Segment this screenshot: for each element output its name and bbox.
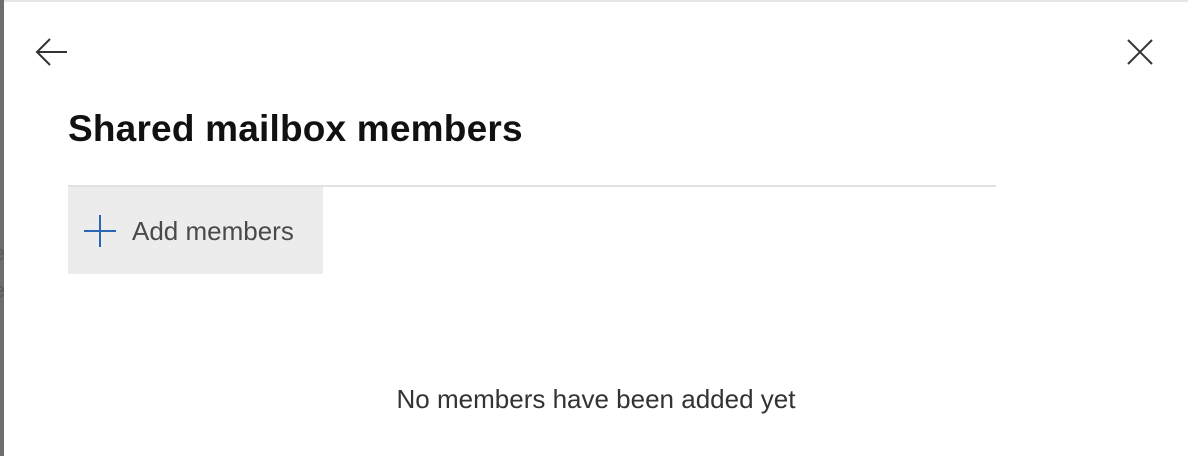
close-button[interactable] xyxy=(1120,32,1160,72)
plus-icon xyxy=(82,213,118,249)
close-icon xyxy=(1125,37,1155,67)
page: e e Shared mailbox members xyxy=(0,0,1188,456)
add-members-label: Add members xyxy=(132,215,294,246)
arrow-left-icon xyxy=(34,34,70,70)
back-button[interactable] xyxy=(32,32,72,72)
side-panel: Shared mailbox members Add members No me… xyxy=(4,0,1188,456)
empty-state-message: No members have been added yet xyxy=(396,384,796,414)
add-members-button[interactable]: Add members xyxy=(68,187,323,274)
page-title: Shared mailbox members xyxy=(68,108,523,149)
